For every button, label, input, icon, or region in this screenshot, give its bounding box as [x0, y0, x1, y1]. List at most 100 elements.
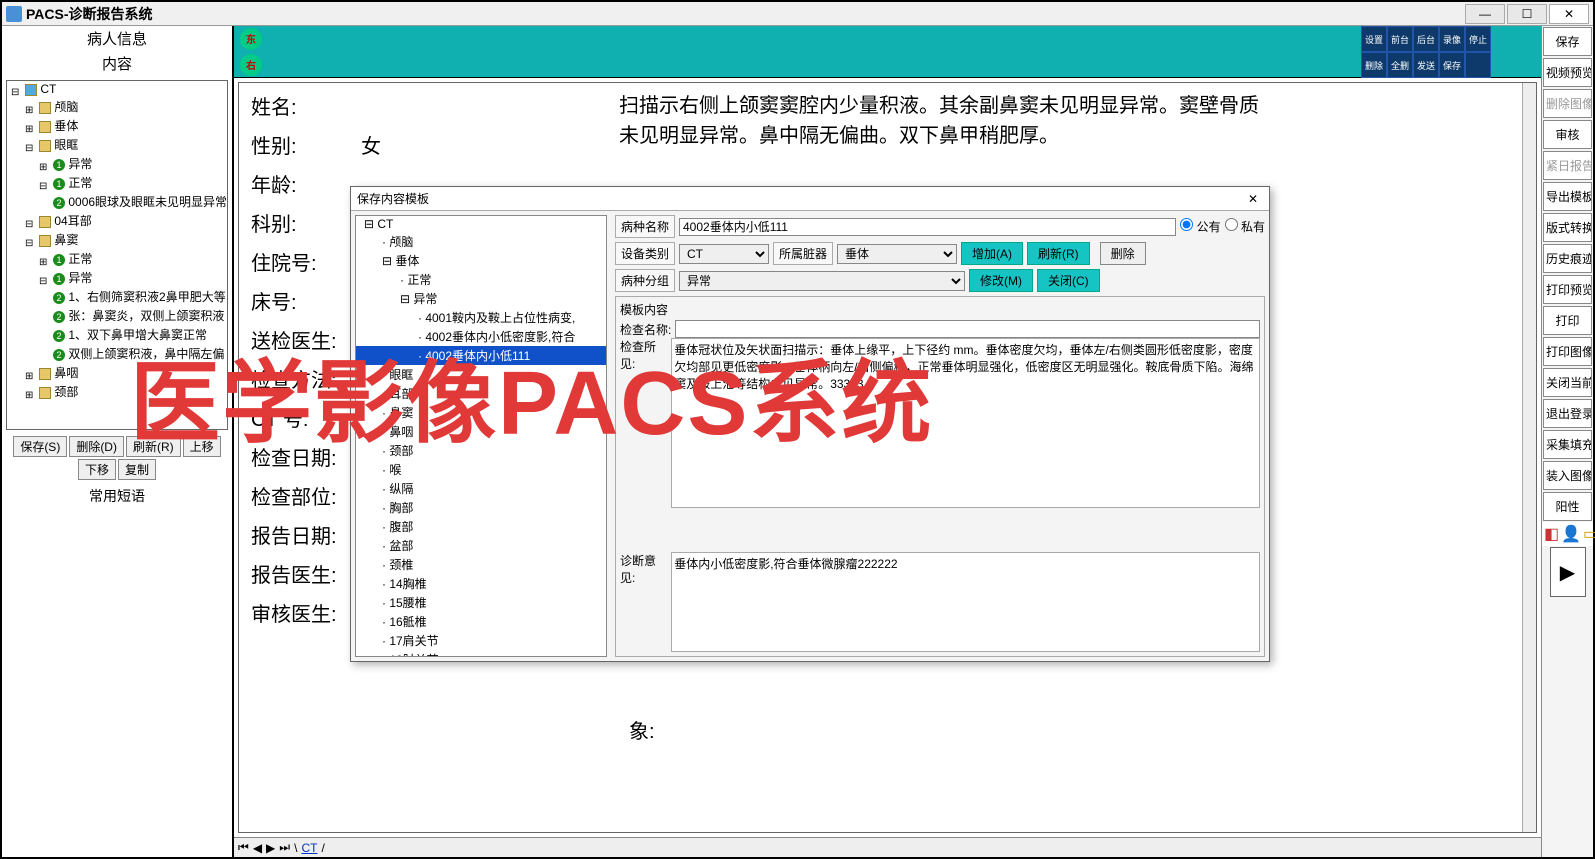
left-btn[interactable]: 刷新(R): [126, 436, 181, 457]
toolbar-button[interactable]: 发送: [1413, 52, 1439, 78]
dialog-tree-item[interactable]: · 鼻窦: [356, 403, 606, 422]
dialog-tree-item[interactable]: · 4002垂体内小低密度影,符合: [356, 327, 606, 346]
right-btn[interactable]: 装入图像: [1543, 461, 1592, 490]
right-btn[interactable]: 视频预览: [1543, 58, 1592, 87]
findings-textarea[interactable]: [671, 338, 1260, 508]
expand-icon[interactable]: [11, 84, 25, 96]
left-btn[interactable]: 复制: [118, 459, 156, 480]
right-btn[interactable]: 打印: [1543, 306, 1592, 335]
right-btn[interactable]: 审核: [1543, 120, 1592, 149]
dialog-tree[interactable]: ⊟ CT· 颅脑⊟ 垂体· 正常⊟ 异常· 4001鞍内及鞍上占位性病变,· 4…: [355, 215, 607, 657]
expand-icon[interactable]: [25, 235, 39, 247]
dialog-tree-item[interactable]: · 耳部: [356, 384, 606, 403]
dialog-tree-item[interactable]: · 17肩关节: [356, 631, 606, 650]
organ-select[interactable]: 垂体: [837, 244, 957, 264]
person-icon[interactable]: 👤: [1561, 524, 1581, 544]
delete-button[interactable]: 删除: [1100, 242, 1146, 265]
dialog-tree-item[interactable]: · 颅脑: [356, 232, 606, 251]
toolbar-button[interactable]: [1465, 52, 1491, 78]
right-btn[interactable]: 打印预览: [1543, 275, 1592, 304]
toolbar-button[interactable]: 全删: [1387, 52, 1413, 78]
left-btn[interactable]: 下移: [78, 459, 116, 480]
right-btn[interactable]: 导出模板: [1543, 182, 1592, 211]
dialog-tree-item[interactable]: · 4001鞍内及鞍上占位性病变,: [356, 308, 606, 327]
tree-item[interactable]: 2 张：鼻窦炎，双侧上颌窦积液: [7, 306, 227, 325]
dialog-tree-item[interactable]: · 纵隔: [356, 479, 606, 498]
expand-icon[interactable]: [25, 368, 39, 380]
dialog-tree-item[interactable]: ⊟ CT: [356, 216, 606, 232]
right-btn[interactable]: 历史痕迹: [1543, 244, 1592, 273]
refresh-button[interactable]: 刷新(R): [1027, 242, 1090, 265]
right-btn[interactable]: 退出登录: [1543, 399, 1592, 428]
exam-name-input[interactable]: [675, 320, 1260, 338]
tree-item[interactable]: 2 双侧上颌窦积液，鼻中隔左偏: [7, 344, 227, 363]
dialog-tree-item[interactable]: · 喉: [356, 460, 606, 479]
right-btn[interactable]: 保存: [1543, 27, 1592, 56]
toolbar-button[interactable]: 删除: [1361, 52, 1387, 78]
toolbar-button[interactable]: 设置: [1361, 26, 1387, 52]
tree-item[interactable]: 04耳部: [7, 211, 227, 230]
dialog-tree-item[interactable]: · 眼眶: [356, 365, 606, 384]
expand-icon[interactable]: [25, 140, 39, 152]
toolbar-button[interactable]: 停止: [1465, 26, 1491, 52]
expand-icon[interactable]: [25, 121, 39, 133]
public-radio[interactable]: 公有: [1180, 218, 1220, 235]
close-button[interactable]: ✕: [1549, 4, 1589, 24]
dialog-tree-item[interactable]: · 腹部: [356, 517, 606, 536]
toolbar-button[interactable]: 录像: [1439, 26, 1465, 52]
expand-icon[interactable]: [39, 254, 53, 266]
palette-icon[interactable]: ◧: [1544, 524, 1559, 544]
tree-item[interactable]: CT: [7, 81, 227, 97]
expand-icon[interactable]: [25, 387, 39, 399]
template-tree[interactable]: CT 颅脑 垂体 眼眶1 异常1 正常2 0006眼球及眼眶未见明显异常 04耳…: [6, 80, 228, 430]
tree-item[interactable]: 垂体: [7, 116, 227, 135]
dialog-tree-item[interactable]: · 颈椎: [356, 555, 606, 574]
right-btn[interactable]: 阳性: [1543, 492, 1592, 521]
modify-button[interactable]: 修改(M): [969, 269, 1033, 292]
left-btn[interactable]: 上移: [183, 436, 221, 457]
toolbar-button[interactable]: 后台: [1413, 26, 1439, 52]
arrow-right-icon[interactable]: ▶: [1550, 547, 1586, 597]
device-type-select[interactable]: CT: [679, 244, 769, 264]
right-btn[interactable]: 采集填充: [1543, 430, 1592, 459]
tree-item[interactable]: 眼眶: [7, 135, 227, 154]
tree-item[interactable]: 颈部: [7, 382, 227, 401]
dialog-close-icon[interactable]: ✕: [1243, 192, 1263, 206]
dialog-tree-item[interactable]: · 4002垂体内小低111: [356, 346, 606, 365]
card-icon[interactable]: ▭: [1583, 524, 1595, 544]
toolbar-button[interactable]: 保存: [1439, 52, 1465, 78]
dialog-tree-item[interactable]: ⊟ 垂体: [356, 251, 606, 270]
nav-prev-icon[interactable]: ◀: [253, 841, 262, 855]
tree-item[interactable]: 2 1、右侧筛窦积液2鼻甲肥大等: [7, 287, 227, 306]
tree-item[interactable]: 1 正常: [7, 249, 227, 268]
left-btn[interactable]: 保存(S): [13, 436, 67, 457]
expand-icon[interactable]: [25, 216, 39, 228]
tree-item[interactable]: 1 异常: [7, 268, 227, 287]
toolbar-circle-2[interactable]: 右: [240, 54, 262, 76]
dialog-tree-item[interactable]: · 鼻咽: [356, 422, 606, 441]
dialog-tree-item[interactable]: · 15腰椎: [356, 593, 606, 612]
tree-item[interactable]: 鼻窦: [7, 230, 227, 249]
right-btn[interactable]: 打印图像: [1543, 337, 1592, 366]
dialog-tree-item[interactable]: · 18肘关节: [356, 650, 606, 657]
toolbar-button[interactable]: 前台: [1387, 26, 1413, 52]
diagnosis-textarea[interactable]: [671, 552, 1260, 652]
tree-item[interactable]: 2 1、双下鼻甲增大鼻窦正常: [7, 325, 227, 344]
private-radio[interactable]: 私有: [1225, 218, 1265, 235]
dialog-tree-item[interactable]: · 正常: [356, 270, 606, 289]
status-tab[interactable]: CT: [301, 841, 317, 855]
tree-item[interactable]: 1 异常: [7, 154, 227, 173]
right-btn[interactable]: 版式转换: [1543, 213, 1592, 242]
nav-first-icon[interactable]: ⏮: [238, 840, 249, 855]
nav-last-icon[interactable]: ⏭: [279, 840, 290, 855]
minimize-button[interactable]: —: [1465, 4, 1505, 24]
nav-next-icon[interactable]: ▶: [266, 841, 275, 855]
dialog-tree-item[interactable]: · 胸部: [356, 498, 606, 517]
close-dialog-button[interactable]: 关闭(C): [1037, 269, 1100, 292]
tree-item[interactable]: 鼻咽: [7, 363, 227, 382]
toolbar-circle-1[interactable]: 东: [240, 28, 262, 50]
disease-name-input[interactable]: [679, 218, 1176, 236]
dialog-tree-item[interactable]: · 16骶椎: [356, 612, 606, 631]
report-scrollbar[interactable]: [1522, 83, 1536, 832]
tree-item[interactable]: 2 0006眼球及眼眶未见明显异常: [7, 192, 227, 211]
